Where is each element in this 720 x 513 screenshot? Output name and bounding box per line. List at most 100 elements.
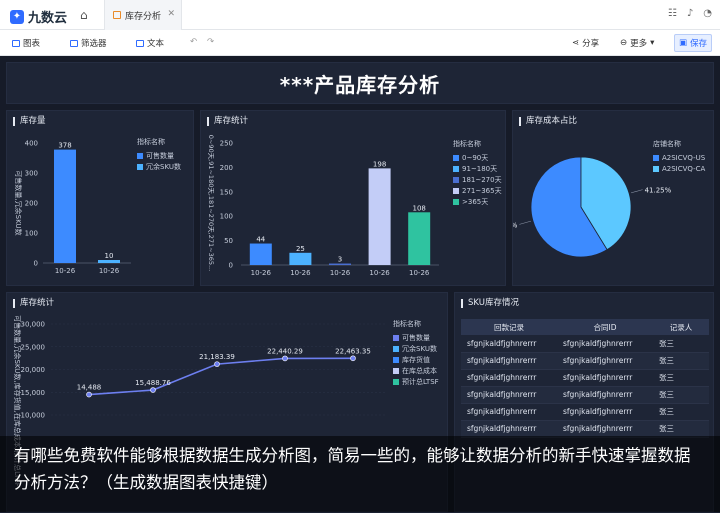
bar — [54, 149, 76, 263]
legend-item[interactable]: 在库总成本 — [393, 365, 439, 376]
x-tick-label: 10-26 — [330, 269, 351, 277]
app-name: 九数云 — [28, 11, 68, 26]
data-label: 21,183.39 — [199, 353, 235, 361]
legend-item[interactable]: 可售数量 — [393, 332, 439, 343]
legend-item[interactable]: 冗余SKU数 — [137, 161, 181, 172]
legend-item[interactable]: 库存货值 — [393, 354, 439, 365]
table-cell: sfgnjkaldfjghnrerrr — [557, 403, 653, 421]
panel-cost-share[interactable]: 库存成本占比 58.75%41.25% 店铺名称 A2SICVQ-US A2SI… — [512, 110, 714, 286]
redo-button[interactable]: ↷ — [207, 37, 214, 47]
panel-title: SKU库存情况 — [461, 299, 519, 308]
chart-label: 图表 — [23, 39, 41, 49]
legend: 指标名称 0~90天 91~180天 181~270天 271~365天 >36… — [453, 139, 502, 207]
y-tick-label: 10,000 — [21, 412, 46, 420]
y-tick-label: 300 — [25, 170, 38, 178]
chart-button[interactable]: 图表 — [12, 37, 40, 49]
text-icon — [136, 39, 144, 47]
filter-icon — [70, 39, 78, 47]
data-label: 378 — [58, 142, 71, 150]
bell-icon[interactable]: ♪ — [687, 8, 693, 19]
more-button[interactable]: ⊖ 更多 ▾ — [620, 37, 654, 49]
column-header[interactable]: 记录人 — [653, 319, 709, 335]
table-row[interactable]: sfgnjkaldfjghnrerrr sfgnjkaldfjghnrerrr 张三 — [461, 386, 709, 404]
text-button[interactable]: 文本 — [136, 37, 164, 49]
data-label: 198 — [373, 160, 386, 168]
data-point — [86, 391, 92, 398]
x-tick-label: 10-26 — [251, 269, 272, 277]
y-tick-label: 0 — [229, 262, 233, 270]
more-icon: ⊖ — [620, 38, 628, 48]
save-button[interactable]: ▣ 保存 — [674, 34, 712, 52]
legend-label: 在库总成本 — [402, 366, 437, 375]
data-label: 41.25% — [645, 187, 672, 195]
y-tick-label: 30,000 — [21, 321, 46, 329]
table-row[interactable]: sfgnjkaldfjghnrerrr sfgnjkaldfjghnrerrr 张三 — [461, 403, 709, 421]
legend-title: 指标名称 — [393, 320, 421, 328]
table-cell: 张三 — [653, 420, 709, 438]
chart-icon — [12, 39, 20, 47]
app-logo[interactable]: ✦ 九数云 — [10, 7, 67, 26]
y-tick-label: 0 — [34, 260, 38, 268]
table-cell: sfgnjkaldfjghnrerrr — [461, 403, 557, 421]
y-tick-label: 150 — [220, 188, 233, 196]
y-tick-label: 200 — [220, 164, 233, 172]
table-cell: 张三 — [653, 335, 709, 353]
table-row[interactable]: sfgnjkaldfjghnrerrr sfgnjkaldfjghnrerrr 张三 — [461, 352, 709, 370]
legend-item[interactable]: 91~180天 — [453, 163, 502, 174]
overlay-caption: 有哪些免费软件能够根据数据生成分析图，简易一些的，能够让数据分析的新手快速掌握数… — [0, 436, 720, 512]
chevron-down-icon: ▾ — [650, 38, 655, 48]
leader-line — [630, 189, 643, 194]
table-row[interactable]: sfgnjkaldfjghnrerrr sfgnjkaldfjghnrerrr 张三 — [461, 420, 709, 438]
legend-item[interactable]: 预计总LTSF — [393, 376, 439, 387]
data-point — [150, 387, 156, 393]
panel-stock-qty[interactable]: 库存量 可售数量,冗余SKU数 0 100 200 300 400 378 10-26 10 1… — [6, 110, 194, 286]
table-cell: sfgnjkaldfjghnrerrr — [461, 352, 557, 370]
legend-title: 店铺名称 — [653, 140, 681, 148]
x-tick-label: 10-26 — [55, 267, 76, 275]
table-cell: sfgnjkaldfjghnrerrr — [557, 352, 653, 370]
column-header[interactable]: 回款记录 — [461, 319, 557, 335]
x-tick-label: 10-26 — [369, 269, 390, 277]
legend-item[interactable]: >365天 — [453, 196, 502, 207]
share-button[interactable]: ⋖ 分享 — [572, 37, 599, 49]
close-icon[interactable]: ✕ — [167, 9, 175, 19]
bar — [98, 260, 120, 263]
tab-inventory[interactable]: 库存分析 ✕ — [104, 0, 182, 30]
column-header[interactable]: 合同ID — [557, 319, 653, 335]
series-line — [88, 357, 354, 396]
table-cell: sfgnjkaldfjghnrerrr — [461, 386, 557, 404]
filter-button[interactable]: 筛选器 — [70, 37, 107, 49]
legend-item[interactable]: 0~90天 — [453, 152, 502, 163]
share-icon: ⋖ — [572, 38, 580, 48]
user-icon[interactable]: ◔ — [703, 8, 712, 19]
table-cell: 张三 — [653, 386, 709, 404]
y-tick-label: 100 — [220, 213, 233, 221]
undo-button[interactable]: ↶ — [190, 37, 197, 47]
x-tick-label: 10-26 — [290, 269, 311, 277]
table-row[interactable]: sfgnjkaldfjghnrerrr sfgnjkaldfjghnrerrr 张三 — [461, 335, 709, 353]
data-point — [214, 361, 220, 367]
legend-item[interactable]: A2SICVQ-CA — [653, 163, 705, 174]
y-tick-label: 250 — [220, 140, 233, 148]
save-icon: ▣ — [678, 38, 687, 48]
more-label: 更多 — [630, 39, 648, 49]
data-label: 44 — [256, 236, 265, 244]
table-row[interactable]: sfgnjkaldfjghnrerrr sfgnjkaldfjghnrerrr 张三 — [461, 369, 709, 387]
table-cell: sfgnjkaldfjghnrerrr — [461, 420, 557, 438]
save-label: 保存 — [690, 39, 708, 49]
legend-item[interactable]: 181~270天 — [453, 174, 502, 185]
data-label: 10 — [105, 252, 114, 260]
data-label: 25 — [296, 245, 305, 253]
legend-item[interactable]: A2SICVQ-US — [653, 152, 705, 163]
y-axis-label: 可售数量,冗余SKU数 — [14, 170, 23, 235]
data-label: 108 — [413, 204, 426, 212]
editor-toolbar: 图表 筛选器 文本 ↶ ↷ ⋖ 分享 ⊖ 更多 ▾ ▣ 保存 — [0, 30, 720, 56]
legend-item[interactable]: 冗余SKU数 — [393, 343, 439, 354]
text-label: 文本 — [147, 39, 165, 49]
y-tick-label: 200 — [25, 200, 38, 208]
list-icon[interactable]: ☷ — [668, 8, 677, 19]
home-icon[interactable]: ⌂ — [80, 8, 88, 22]
legend-item[interactable]: 271~365天 — [453, 185, 502, 196]
panel-stock-stat[interactable]: 库存统计 0~90天,91~180天,181~270天,271~365... 0… — [200, 110, 506, 286]
legend-item[interactable]: 可售数量 — [137, 150, 181, 161]
